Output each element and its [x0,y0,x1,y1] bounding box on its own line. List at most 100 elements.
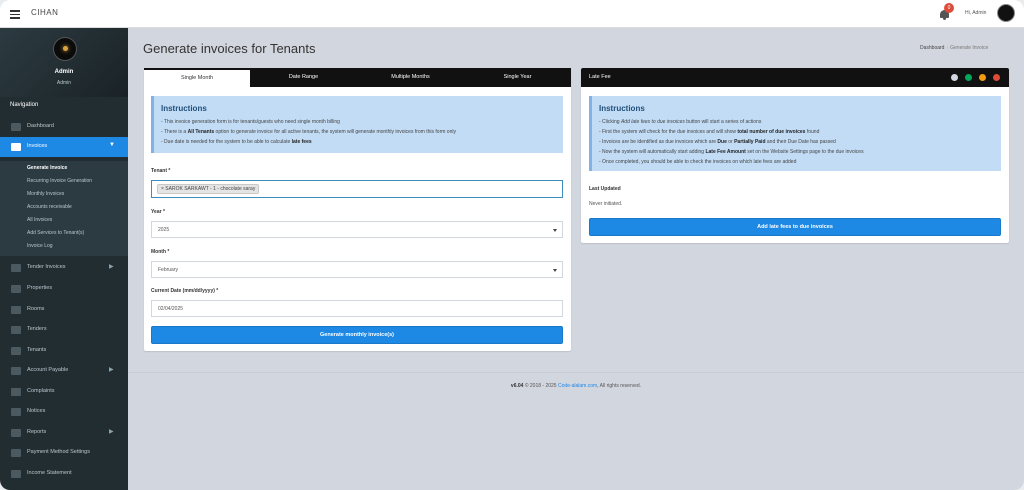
money-icon [11,367,21,375]
year-select-value: 2025 [158,227,170,233]
user-greeting[interactable]: Hi, Admin [965,10,986,16]
sidebar: Admin Admin Navigation Dashboard Invoice… [0,28,128,490]
building-icon [11,306,21,314]
id-card-icon [11,326,21,334]
sidebar-item-tender-invoices[interactable]: Tender Invoices ▶ [0,258,128,278]
footer-link[interactable]: Code-alalam.com [558,383,597,389]
late-fee-instructions-callout: Instructions - Clicking Add late fees to… [589,96,1001,171]
notification-badge: 0 [944,3,954,13]
building-icon [11,285,21,293]
collapse-icon[interactable] [979,74,986,81]
sidebar-item-label: Income Statement [27,470,72,476]
submenu-add-services[interactable]: Add Services to Tenant(s) [27,230,84,236]
sidebar-item-tenants[interactable]: Tenants [0,341,128,361]
settings-icon[interactable] [951,74,958,81]
app-window: CIHAN 0 Hi, Admin Admin Admin Navigation… [0,0,1024,490]
submenu-all-invoices[interactable]: All Invoices [27,217,52,223]
late-fee-box: Late Fee Instructions - Clicking Add lat… [581,68,1009,243]
sidebar-item-dashboard[interactable]: Dashboard [0,117,128,137]
sidebar-item-payment-method-settings[interactable]: Payment Method Settings [0,443,128,463]
sidebar-item-complaints[interactable]: Complaints [0,382,128,402]
sidebar-item-label: Dashboard [27,123,54,129]
sidebar-avatar [53,37,77,61]
invoice-form-box: Single Month Date Range Multiple Months … [144,68,571,351]
month-select[interactable]: February [151,261,563,278]
warning-icon [11,388,21,396]
sidebar-item-invoices[interactable]: Invoices ▼ [0,137,128,157]
sidebar-item-label: Payment Method Settings [27,449,90,455]
sidebar-item-rooms[interactable]: Rooms [0,300,128,320]
sidebar-user-name: Admin [54,69,74,75]
refresh-icon[interactable] [965,74,972,81]
instruction-line: - Clicking Add late fees to due invoices… [599,119,762,125]
tenant-tag[interactable]: × SAROK SARKAWT - 1 - chocolate saray [157,184,260,194]
tenant-multiselect[interactable]: × SAROK SARKAWT - 1 - chocolate saray [151,180,563,198]
cogs-icon [11,449,21,457]
chevron-right-icon: ▶ [109,367,114,373]
list-icon [11,470,21,478]
sidebar-item-label: Tender Invoices [27,264,66,270]
instructions-title: Instructions [161,104,207,113]
current-date-input[interactable]: 02/04/2025 [151,300,563,317]
submenu-monthly-invoices[interactable]: Monthly Invoices [27,191,64,197]
instructions-title: Instructions [599,104,645,113]
users-icon [11,347,21,355]
chevron-down-icon: ▼ [109,142,115,148]
late-fee-header: Late Fee [581,68,1009,87]
tab-single-year[interactable]: Single Year [464,68,571,87]
sidebar-item-notices[interactable]: Notices [0,402,128,422]
year-label: Year * [151,209,165,215]
breadcrumb-home-link[interactable]: Dashboard [920,45,944,51]
invoice-submenu: Generate Invoice Recurring Invoice Gener… [0,161,128,256]
sidebar-item-label: Properties [27,285,53,291]
home-icon [11,123,21,131]
sidebar-item-label: Complaints [27,388,55,394]
month-label: Month * [151,249,170,255]
instruction-line: - There is a All Tenants option to gener… [161,129,456,135]
sidebar-item-label: Notices [27,408,46,414]
sidebar-item-account-payable[interactable]: Account Payable ▶ [0,361,128,381]
tab-date-range[interactable]: Date Range [250,68,357,87]
sidebar-item-label: Account Payable [27,367,69,373]
instruction-line: - This invoice generation form is for te… [161,119,340,125]
sidebar-item-tenders[interactable]: Tenders [0,320,128,340]
sidebar-item-income-statement[interactable]: Income Statement [0,464,128,484]
hamburger-menu-icon[interactable] [10,10,20,19]
tab-single-month[interactable]: Single Month [144,68,250,87]
user-panel: Admin Admin [0,28,128,97]
instruction-line: - First the system will check for the du… [599,129,820,135]
breadcrumb-current: Generate Invoice [950,45,989,51]
user-avatar[interactable] [997,4,1015,22]
sidebar-item-label: Tenants [27,347,47,353]
file-icon [11,429,21,437]
close-icon[interactable] [993,74,1000,81]
bullhorn-icon [11,408,21,416]
generate-monthly-invoice-button[interactable]: Generate monthly invoice(s) [151,326,563,344]
add-late-fees-button[interactable]: Add late fees to due invoices [589,218,1001,236]
submenu-generate-invoice[interactable]: Generate Invoice [27,165,67,171]
submenu-invoice-log[interactable]: Invoice Log [27,243,53,249]
table-icon [11,264,21,272]
last-updated-value: Never initiated. [589,201,623,207]
submenu-accounts-receivable[interactable]: Accounts receivable [27,204,72,210]
instructions-callout: Instructions - This invoice generation f… [151,96,563,153]
footer-text: v6.04 © 2018 - 2025 Code-alalam.com, All… [510,383,642,389]
instruction-line: - Once completed, you should be able to … [599,159,797,165]
chevron-right-icon: ▶ [109,264,114,270]
sidebar-item-label: Reports [27,429,47,435]
sidebar-item-reports[interactable]: Reports ▶ [0,423,128,443]
year-select[interactable]: 2025 [151,221,563,238]
submenu-recurring-invoice[interactable]: Recurring Invoice Generation [27,178,92,184]
sidebar-user-role: Admin [56,80,72,86]
page-title: Generate invoices for Tenants [143,41,316,56]
tab-multiple-months[interactable]: Multiple Months [357,68,464,87]
sidebar-item-label: Tenders [27,326,47,332]
footer-version: v6.04 [510,383,524,389]
sidebar-item-properties[interactable]: Properties [0,279,128,299]
sidebar-item-label: Rooms [27,306,45,312]
sidebar-item-label: Invoices [27,143,48,149]
current-date-value: 02/04/2025 [158,306,184,312]
instruction-line: - Due date is needed for the system to b… [161,139,312,145]
month-select-value: February [158,267,179,273]
brand-logo-text[interactable]: CIHAN [31,8,58,17]
